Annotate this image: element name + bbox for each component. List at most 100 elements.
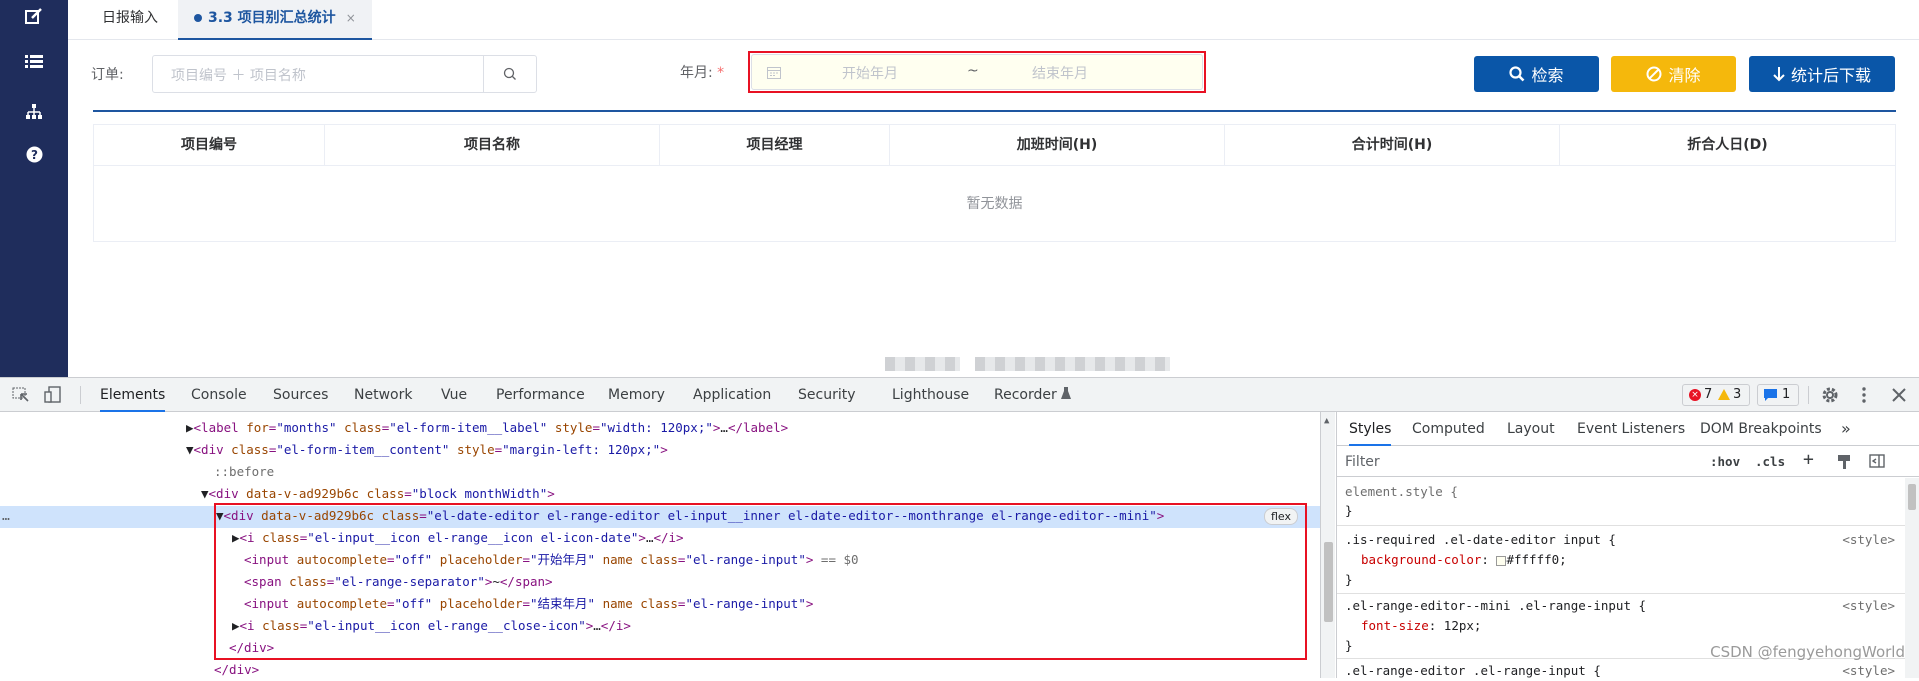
message-count: 1: [1782, 387, 1791, 402]
dom-node-label[interactable]: ▶<label for="months" class="el-form-item…: [186, 417, 788, 439]
search-button[interactable]: 检索: [1474, 56, 1599, 92]
active-dot-icon: [194, 14, 202, 22]
date-label: 年月: *: [680, 62, 724, 82]
watermark: CSDN @fengyehongWorld: [1710, 643, 1905, 661]
download-button[interactable]: 统计后下载: [1749, 56, 1895, 92]
rule-range-mini-selector[interactable]: .el-range-editor--mini .el-range-input {: [1345, 596, 1646, 616]
rule-source[interactable]: <style>: [1842, 661, 1895, 681]
hov-toggle[interactable]: :hov: [1710, 454, 1740, 469]
settings-gear-icon[interactable]: [1821, 386, 1839, 404]
devtools-tab-performance[interactable]: Performance: [496, 378, 585, 412]
column-header[interactable]: 项目编号: [94, 125, 325, 166]
devtools-tab-lighthouse[interactable]: Lighthouse: [892, 378, 969, 412]
scrollbar-thumb[interactable]: [1908, 484, 1916, 510]
devtools-tab-memory[interactable]: Memory: [608, 378, 665, 412]
clear-button[interactable]: 清除: [1611, 56, 1736, 92]
date-label-text: 年月:: [680, 65, 713, 81]
recorder-label: Recorder: [994, 387, 1057, 403]
devtools-tab-recorder[interactable]: Recorder: [994, 378, 1072, 412]
dom-node-close-div[interactable]: </div>: [214, 659, 259, 681]
column-header[interactable]: 合计时间(H): [1225, 125, 1560, 166]
help-icon[interactable]: ?: [22, 142, 46, 166]
order-search-input[interactable]: 项目编号 ＋ 项目名称: [152, 55, 484, 93]
property-value: #fffff0;: [1506, 552, 1567, 567]
tab-bar: 日报输入 3.3 项目别汇总统计 ×: [68, 0, 1919, 40]
list-icon[interactable]: [22, 50, 46, 74]
color-swatch[interactable]: [1496, 555, 1507, 566]
rule-range-input-selector[interactable]: .el-range-editor .el-range-input {: [1345, 661, 1601, 681]
device-toolbar-icon[interactable]: [44, 386, 62, 404]
devtools-tab-vue[interactable]: Vue: [441, 378, 467, 412]
devtools-tab-security[interactable]: Security: [798, 378, 856, 412]
tab-daily-input[interactable]: 日报输入: [86, 0, 174, 40]
svg-text:?: ?: [31, 148, 38, 162]
close-icon[interactable]: [1892, 388, 1906, 402]
devtools-tab-network[interactable]: Network: [354, 378, 412, 412]
divider: [93, 110, 1896, 112]
dom-node-form-content[interactable]: ▼<div class="el-form-item__content" styl…: [186, 439, 668, 461]
column-header[interactable]: 项目名称: [325, 125, 660, 166]
ban-icon: [1646, 66, 1662, 82]
result-table: 项目编号 项目名称 项目经理 加班时间(H) 合计时间(H) 折合人日(D) 暂…: [93, 124, 1896, 242]
edit-icon[interactable]: [22, 4, 46, 28]
property-name: background-color: [1361, 552, 1482, 567]
scroll-up-icon[interactable]: ▲: [1324, 416, 1329, 426]
dom-pseudo-before[interactable]: ::before: [214, 461, 274, 483]
issues-counter[interactable]: × 7 3: [1682, 384, 1750, 406]
styles-tab-styles[interactable]: Styles: [1349, 412, 1392, 446]
message-icon: [1764, 389, 1777, 401]
column-header[interactable]: 折合人日(D): [1560, 125, 1895, 166]
styles-tab-computed[interactable]: Computed: [1412, 412, 1485, 446]
tab-close-icon[interactable]: ×: [346, 11, 356, 25]
rule-source[interactable]: <style>: [1842, 530, 1895, 550]
sidebar: ?: [0, 0, 68, 377]
dom-node-month-width[interactable]: ▼<div data-v-ad929b6c class="block month…: [201, 483, 555, 505]
devtools-tab-elements[interactable]: Elements: [100, 378, 166, 412]
rule-close-brace: }: [1345, 503, 1353, 518]
inspect-icon[interactable]: [12, 387, 30, 403]
highlight-box: [748, 51, 1206, 93]
rule-divider: [1337, 593, 1919, 594]
rule-source[interactable]: <style>: [1842, 596, 1895, 616]
paint-icon[interactable]: [1837, 454, 1851, 470]
more-vert-icon[interactable]: [1861, 386, 1867, 404]
styles-tab-event-listeners[interactable]: Event Listeners: [1577, 412, 1685, 446]
devtools-tab-sources[interactable]: Sources: [273, 378, 328, 412]
error-icon: ×: [1689, 389, 1701, 401]
property-name: font-size: [1361, 618, 1429, 633]
rule-declaration[interactable]: background-color: #fffff0;: [1361, 550, 1567, 570]
rule-close-brace: }: [1345, 572, 1353, 587]
error-count: 7: [1704, 387, 1713, 402]
styles-filter-input[interactable]: Filter: [1345, 454, 1380, 470]
rule-declaration[interactable]: font-size: 12px;: [1361, 616, 1481, 636]
node-menu-icon[interactable]: …: [2, 506, 10, 528]
devtools-tab-application[interactable]: Application: [693, 378, 771, 412]
order-search-button[interactable]: [483, 55, 537, 93]
devtools-panel: Elements Console Sources Network Vue Per…: [0, 377, 1919, 678]
toolbar-divider: [80, 386, 81, 404]
tab-project-summary[interactable]: 3.3 项目别汇总统计 ×: [178, 0, 372, 40]
devtools-toolbar: Elements Console Sources Network Vue Per…: [0, 378, 1919, 412]
cls-toggle[interactable]: .cls: [1755, 454, 1785, 469]
vertical-scrollbar[interactable]: ▲: [1320, 412, 1335, 678]
highlight-box: [214, 503, 1307, 660]
toggle-sidebar-icon[interactable]: [1869, 454, 1885, 468]
order-label: 订单:: [91, 67, 124, 83]
devtools-tab-console[interactable]: Console: [191, 378, 247, 412]
rule-element-style[interactable]: element.style {: [1345, 482, 1458, 502]
styles-tab-layout[interactable]: Layout: [1507, 412, 1555, 446]
messages-counter[interactable]: 1: [1757, 384, 1799, 406]
more-tabs-icon[interactable]: »: [1841, 412, 1851, 446]
download-button-label: 统计后下载: [1790, 66, 1871, 85]
column-header[interactable]: 项目经理: [660, 125, 890, 166]
rule-is-required-selector[interactable]: .is-required .el-date-editor input {: [1345, 530, 1616, 550]
sitemap-icon[interactable]: [22, 100, 46, 124]
styles-tab-dom-breakpoints[interactable]: DOM Breakpoints: [1700, 412, 1822, 446]
column-header[interactable]: 加班时间(H): [890, 125, 1225, 166]
styles-pane: Styles Computed Layout Event Listeners D…: [1336, 412, 1919, 678]
blurred-text: [885, 357, 960, 371]
new-rule-icon[interactable]: +: [1803, 449, 1814, 470]
styles-scrollbar[interactable]: [1905, 478, 1919, 678]
scrollbar-thumb[interactable]: [1324, 542, 1333, 622]
flask-icon: [1061, 387, 1072, 399]
